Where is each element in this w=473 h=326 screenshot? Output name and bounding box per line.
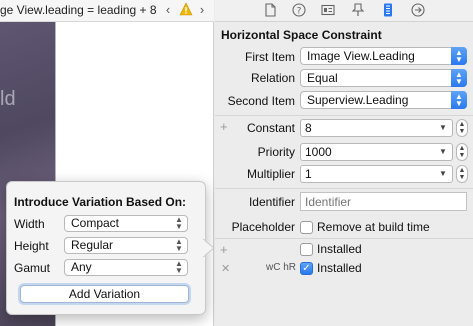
gamut-popup[interactable]: Any ▲ ▼: [64, 259, 188, 276]
multiplier-label: Multiplier: [246, 167, 295, 181]
variation-installed-checkbox[interactable]: ✓: [300, 262, 313, 275]
first-item-popup[interactable]: Image View.Leading ▲ ▼: [300, 47, 467, 65]
size-class-label: wC hR: [265, 262, 296, 273]
constant-combo[interactable]: 8 ▼: [300, 119, 453, 137]
popover-title: Introduce Variation Based On:: [14, 195, 187, 209]
connections-icon[interactable]: [411, 3, 425, 17]
remove-variation-icon[interactable]: ✕: [221, 262, 231, 276]
attributes-icon[interactable]: [351, 3, 365, 17]
chevron-right-icon[interactable]: ›: [196, 2, 208, 18]
installed-label: Installed: [317, 242, 362, 256]
second-item-label: Second Item: [227, 94, 295, 108]
gamut-value: Any: [71, 260, 92, 274]
svg-text:?: ?: [297, 7, 302, 17]
priority-combo[interactable]: 1000 ▼: [300, 143, 453, 161]
help-icon[interactable]: ?: [292, 3, 306, 17]
second-item-value: Superview.Leading: [307, 93, 409, 107]
second-item-popup[interactable]: Superview.Leading ▲ ▼: [300, 91, 467, 109]
remove-at-build-checkbox[interactable]: [300, 221, 313, 234]
inspector-toolbar: ?: [215, 0, 473, 22]
jump-bar: ge View.leading = leading + 8 ‹ ›: [0, 0, 214, 22]
priority-value: 1000: [305, 145, 332, 159]
divider: [215, 238, 473, 239]
multiplier-stepper[interactable]: ▲ ▼: [456, 165, 468, 183]
relation-value: Equal: [307, 71, 338, 85]
chevron-down-icon: ▼: [439, 123, 447, 132]
placeholder-label: Placeholder: [231, 220, 295, 234]
relation-label: Relation: [250, 71, 295, 85]
divider: [215, 188, 473, 189]
file-icon[interactable]: [263, 3, 277, 17]
width-label: Width: [14, 217, 45, 231]
multiplier-value: 1: [305, 167, 312, 181]
updown-chevron-icon: ▲ ▼: [451, 91, 467, 109]
chevron-left-icon[interactable]: ‹: [162, 2, 174, 18]
constant-value: 8: [305, 121, 312, 135]
height-value: Regular: [71, 238, 114, 252]
add-variation-plus-icon[interactable]: +: [220, 243, 230, 257]
updown-chevron-icon: ▲ ▼: [175, 215, 183, 231]
remove-at-build-label: Remove at build time: [317, 220, 430, 234]
installed-checkbox[interactable]: [300, 243, 313, 256]
constant-stepper[interactable]: ▲ ▼: [456, 119, 468, 137]
first-item-value: Image View.Leading: [307, 49, 415, 63]
gamut-label: Gamut: [14, 261, 51, 275]
chevron-down-icon: ▼: [439, 169, 447, 178]
relation-popup[interactable]: Equal ▲ ▼: [300, 69, 467, 87]
constraint-path[interactable]: ge View.leading = leading + 8: [0, 3, 160, 19]
width-value: Compact: [71, 216, 120, 230]
add-variation-button[interactable]: Add Variation: [20, 285, 189, 303]
updown-chevron-icon: ▲ ▼: [175, 259, 183, 275]
identifier-field[interactable]: [300, 192, 467, 211]
first-item-label: First Item: [245, 50, 295, 64]
image-view-text: ld: [0, 88, 16, 110]
variation-installed-label: Installed: [317, 261, 362, 275]
popover-arrow: [203, 239, 215, 257]
chevron-down-icon: ▼: [439, 147, 447, 156]
identity-icon[interactable]: [321, 3, 335, 17]
section-title: Horizontal Space Constraint: [221, 28, 382, 42]
updown-chevron-icon: ▲ ▼: [451, 69, 467, 87]
size-icon[interactable]: [381, 3, 395, 17]
width-popup[interactable]: Compact ▲ ▼: [64, 215, 188, 232]
warning-icon[interactable]: [179, 2, 193, 16]
updown-chevron-icon: ▲ ▼: [451, 47, 467, 65]
constant-label: Constant: [246, 121, 295, 135]
identifier-label: Identifier: [248, 195, 295, 209]
height-popup[interactable]: Regular ▲ ▼: [64, 237, 188, 254]
priority-label: Priority: [257, 145, 295, 159]
divider: [215, 115, 473, 116]
updown-chevron-icon: ▲ ▼: [175, 237, 183, 253]
priority-stepper[interactable]: ▲ ▼: [456, 143, 468, 161]
multiplier-combo[interactable]: 1 ▼: [300, 165, 453, 183]
height-label: Height: [14, 239, 49, 253]
